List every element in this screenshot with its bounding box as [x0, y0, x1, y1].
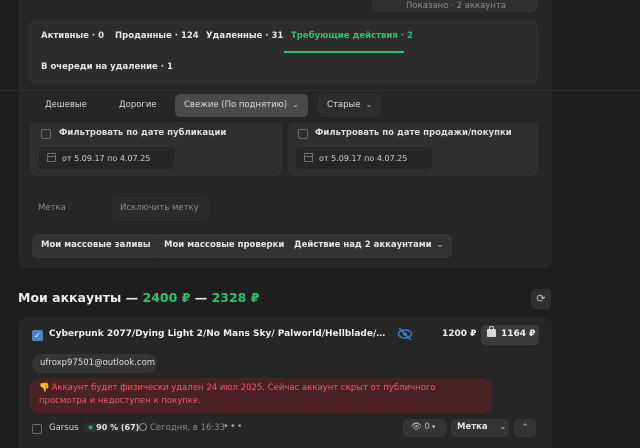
chevron-down-icon: ⌄ [292, 100, 299, 109]
sort-cheap-button[interactable]: Дешевые [36, 94, 96, 117]
label-dropdown[interactable]: Метка ⌄ [451, 419, 509, 437]
email-chip[interactable]: ufroxp97501@outlook.com [32, 354, 157, 373]
eye-off-icon [397, 327, 413, 341]
thumbs-down-icon: 👎 [39, 383, 50, 393]
bag-icon [487, 326, 496, 337]
item-checkbox[interactable] [32, 424, 42, 434]
sort-old-label: Старые [327, 100, 361, 110]
publication-filter-label: Фильтровать по дате публикации [59, 128, 227, 138]
calendar-icon [304, 153, 313, 162]
tab-active[interactable]: Активные · 0 [41, 31, 104, 41]
exclude-tag-input[interactable]: Исключить метку [112, 197, 210, 221]
section-title-text: Мои аккаунты [18, 290, 122, 305]
refresh-icon[interactable]: ⟳ [531, 289, 551, 309]
deletion-warning: 👎 Аккаунт будет физически удален 24 июл 2… [30, 378, 492, 414]
account-price: 1200 ₽ [442, 329, 477, 339]
sale-filter-label: Фильтровать по дате продажи/покупки [315, 128, 512, 138]
purchase-price: 1164 ₽ [501, 329, 536, 339]
page-title: Мои аккаунты — 2400 ₽ — 2328 ₽ [18, 290, 259, 305]
rating-text: 90 % (67) [96, 423, 140, 432]
seller-name[interactable]: Garsus [49, 423, 79, 433]
calendar-icon [47, 153, 56, 162]
divider [0, 90, 640, 91]
chevron-down-icon: ⌄ [436, 240, 444, 249]
publication-filter-checkbox[interactable] [41, 129, 51, 139]
publish-date: Сегодня, в 16:33 [139, 423, 225, 433]
chevron-down-icon: ▾ [431, 423, 436, 431]
eye-icon: 👁 [411, 422, 422, 432]
sort-expensive-button[interactable]: Дорогие [110, 94, 166, 117]
sort-old-button[interactable]: Старые ⌄ [318, 94, 382, 117]
tab-sold[interactable]: Проданные · 124 [115, 31, 199, 41]
sale-date-text: от 5.09.17 по 4.07.25 [319, 154, 408, 163]
publication-date-range[interactable]: от 5.09.17 по 4.07.25 [39, 147, 175, 169]
tab-deletion-queue[interactable]: В очереди на удаление · 1 [41, 62, 173, 72]
sale-date-filter: Фильтровать по дате продажи/покупки от 5… [288, 122, 538, 176]
label-dropdown-text: Метка [457, 422, 488, 432]
status-tabs: Активные · 0 Проданные · 124 Удаленные ·… [28, 20, 538, 84]
mass-uploads-button[interactable]: Мои массовые заливы [32, 234, 160, 258]
sale-filter-checkbox[interactable] [298, 129, 308, 139]
views-button[interactable]: 👁 0 ▾ [403, 419, 447, 437]
chevron-down-icon: ⌄ [499, 422, 507, 431]
bump-up-icon[interactable]: ⌃ [514, 419, 536, 437]
views-count: 0 [424, 422, 430, 432]
sale-date-range[interactable]: от 5.09.17 по 4.07.25 [296, 147, 432, 169]
bulk-action-button[interactable]: Действие над 2 аккаунтами ⌄ [285, 234, 453, 258]
tab-requires-action[interactable]: Требующие действия · 2 [291, 31, 413, 41]
sort-fresh-label: Свежие (По поднятию) [184, 100, 288, 110]
star-icon: ★ [87, 423, 95, 432]
total-sum: 2400 ₽ [142, 290, 191, 305]
account-title[interactable]: Cyberpunk 2077/Dying Light 2/No Mans Sky… [49, 329, 389, 339]
seller-rating: ★ 90 % (67) [84, 423, 143, 432]
clock-icon [139, 423, 147, 431]
chevron-down-icon: ⌄ [365, 100, 373, 109]
tag-input[interactable]: Метка [30, 197, 110, 221]
shown-count-pill: Показано · 2 аккаунта [372, 0, 538, 12]
net-sum: 2328 ₽ [211, 290, 260, 305]
account-checkbox[interactable]: ✓ [32, 330, 43, 341]
sort-fresh-button[interactable]: Свежие (По поднятию) ⌄ [175, 94, 308, 117]
dash: — [194, 290, 208, 305]
mass-checks-button[interactable]: Мои массовые проверки [155, 234, 294, 258]
dash: — [125, 290, 139, 305]
purchase-price-badge: 1164 ₽ [481, 325, 539, 345]
more-options-icon[interactable]: ••• [223, 421, 244, 432]
warning-text: Аккаунт будет физически удален 24 июл 20… [39, 383, 436, 406]
publication-date-filter: Фильтровать по дате публикации от 5.09.1… [30, 122, 282, 176]
date-text: Сегодня, в 16:33 [150, 423, 225, 433]
bulk-action-label: Действие над 2 аккаунтами [294, 240, 432, 250]
publication-date-text: от 5.09.17 по 4.07.25 [62, 154, 151, 163]
active-tab-indicator [284, 51, 404, 53]
tab-deleted[interactable]: Удаленные · 31 [206, 31, 283, 41]
